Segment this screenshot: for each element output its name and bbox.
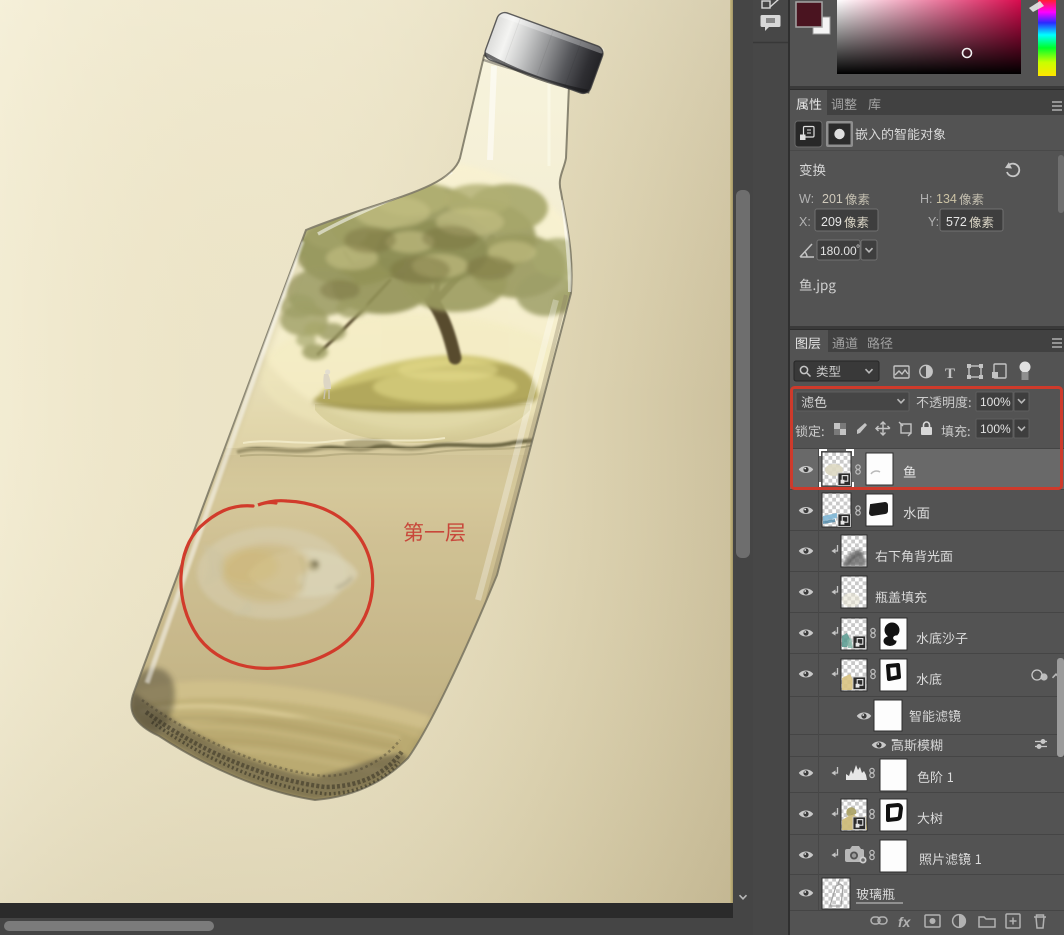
svg-text:fx: fx xyxy=(898,914,912,930)
svg-text:209: 209 xyxy=(821,215,842,229)
svg-text:100%: 100% xyxy=(980,395,1011,409)
svg-text:100%: 100% xyxy=(980,422,1011,436)
svg-text:201: 201 xyxy=(822,192,843,206)
svg-text:T: T xyxy=(945,366,955,382)
svg-text:572: 572 xyxy=(946,215,967,229)
svg-text:X:: X: xyxy=(799,215,811,229)
svg-text:180.00: 180.00 xyxy=(820,244,857,258)
svg-text:°: ° xyxy=(856,244,860,255)
svg-text:W:: W: xyxy=(799,192,814,206)
svg-text:Y:: Y: xyxy=(928,215,939,229)
svg-text:134: 134 xyxy=(936,192,957,206)
svg-text:H:: H: xyxy=(920,192,933,206)
